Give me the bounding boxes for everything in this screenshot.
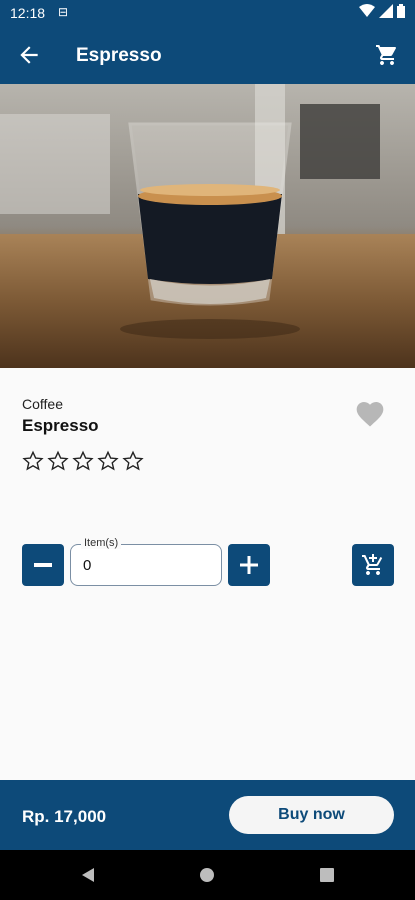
add-to-cart-icon	[362, 554, 383, 575]
product-details: Coffee Espresso Item(s) 0	[0, 368, 415, 780]
quantity-input[interactable]: Item(s) 0	[70, 537, 222, 586]
quantity-label: Item(s)	[81, 537, 122, 549]
signal-icon	[379, 4, 393, 18]
star-outline-icon[interactable]	[122, 450, 144, 472]
quantity-row: Item(s) 0	[22, 537, 394, 588]
nav-home-icon[interactable]	[199, 867, 215, 883]
quantity-value[interactable]: 0	[83, 557, 91, 574]
nav-recents-icon[interactable]	[319, 867, 335, 883]
add-to-cart-button[interactable]	[352, 544, 394, 586]
price-label: Rp. 17,000	[22, 807, 107, 826]
decrease-quantity-button[interactable]	[22, 544, 64, 586]
increase-quantity-button[interactable]	[228, 544, 270, 586]
battery-icon	[397, 4, 405, 18]
nav-back-icon[interactable]	[80, 867, 96, 883]
system-nav-bar	[0, 850, 415, 900]
product-image	[0, 84, 415, 368]
app-bar: Espresso	[0, 26, 415, 84]
status-icons	[359, 4, 405, 18]
espresso-photo	[0, 84, 415, 368]
product-category: Coffee	[22, 396, 63, 412]
sim-icon: ⊟	[58, 5, 69, 19]
page-title: Espresso	[76, 45, 162, 66]
checkout-bar: Rp. 17,000 Buy now	[0, 780, 415, 850]
plus-icon	[240, 556, 258, 574]
star-outline-icon[interactable]	[22, 450, 44, 472]
star-outline-icon[interactable]	[97, 450, 119, 472]
status-time: 12:18	[10, 5, 46, 21]
minus-icon	[34, 563, 52, 567]
star-outline-icon[interactable]	[72, 450, 94, 472]
buy-now-button[interactable]: Buy now	[229, 796, 394, 834]
back-arrow-icon[interactable]	[16, 42, 42, 68]
rating-stars[interactable]	[22, 450, 144, 472]
product-name: Espresso	[22, 416, 99, 435]
status-bar: 12:18 ⊟	[0, 0, 415, 26]
wifi-icon	[359, 4, 375, 17]
cart-icon[interactable]	[375, 43, 399, 67]
favorite-heart-icon[interactable]	[353, 398, 387, 430]
star-outline-icon[interactable]	[47, 450, 69, 472]
